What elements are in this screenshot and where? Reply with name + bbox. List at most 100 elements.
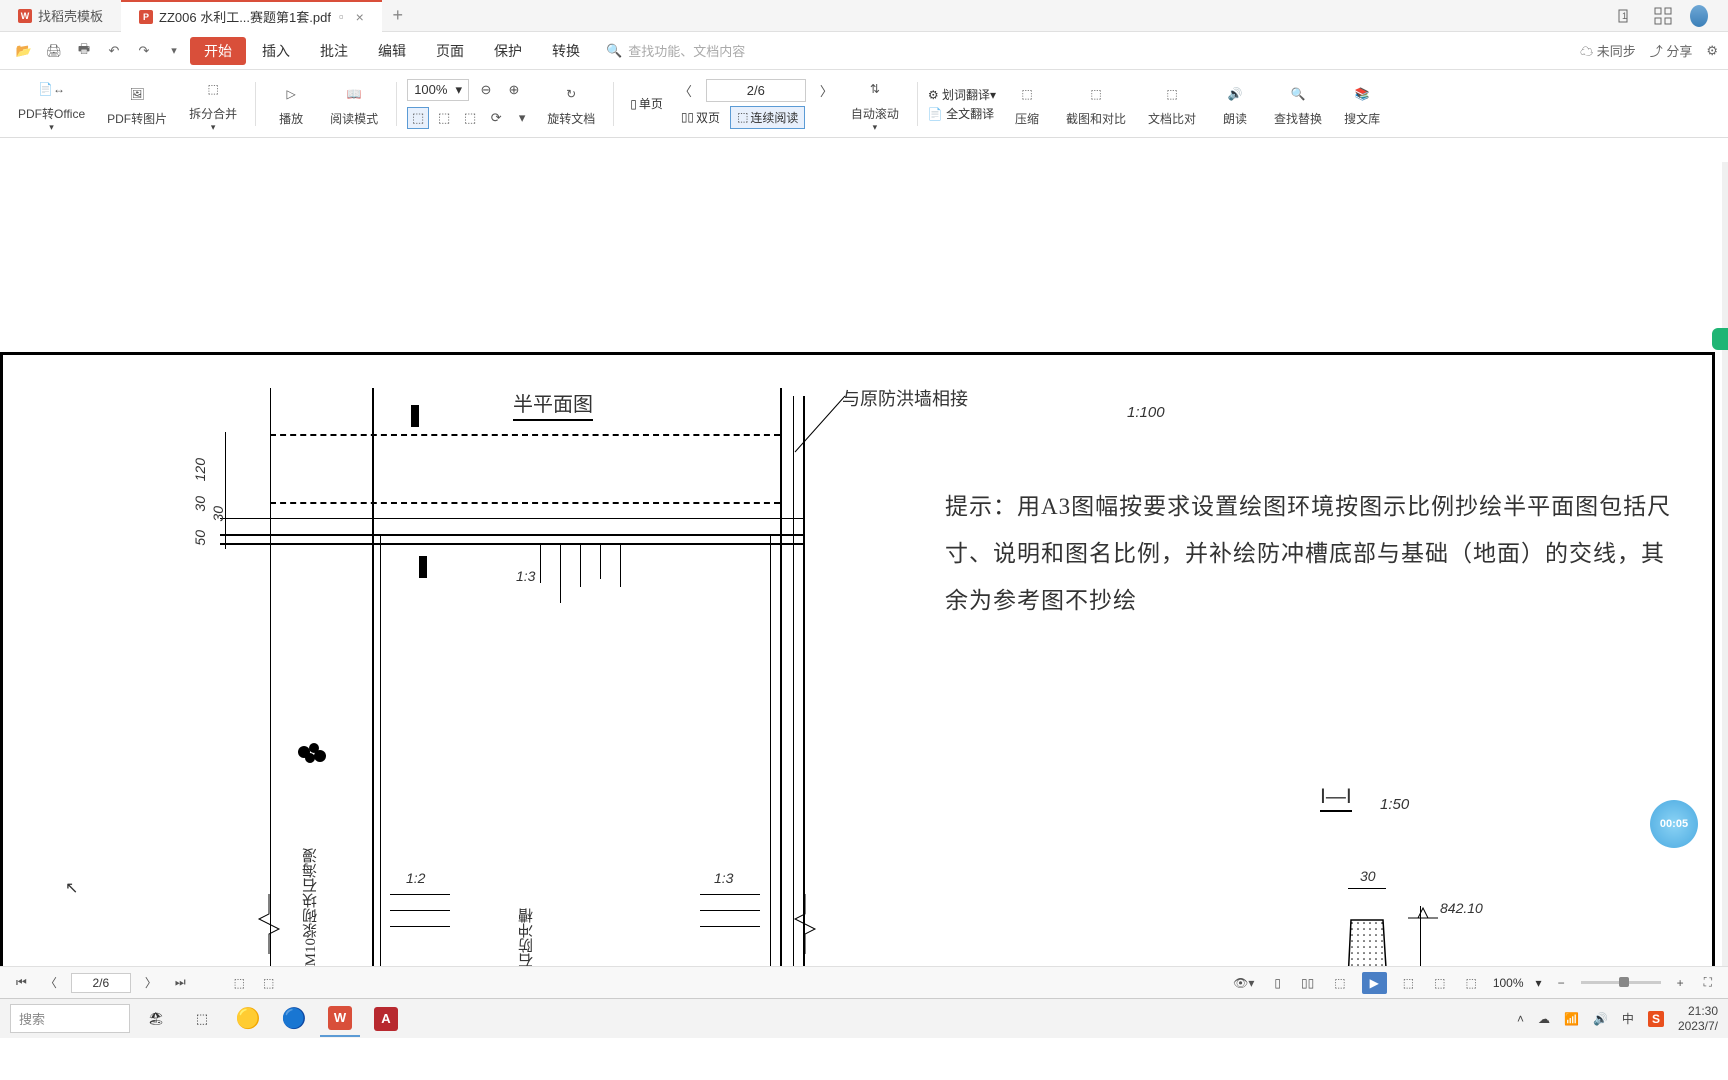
menu-edit[interactable]: 编辑 <box>364 37 420 65</box>
fit-other-icon[interactable]: ▾ <box>511 107 533 129</box>
section-scale: 1:50 <box>1380 796 1409 813</box>
actual-size-icon[interactable]: ⬚ <box>459 107 481 129</box>
tray-ime[interactable]: 中 <box>1622 1010 1634 1027</box>
menu-protect[interactable]: 保护 <box>480 37 536 65</box>
avatar-icon[interactable] <box>1690 7 1708 25</box>
sidebar-toggle-icon[interactable] <box>1712 328 1728 350</box>
undo-icon[interactable]: ↶ <box>103 40 125 62</box>
fit-width-icon[interactable]: ⬚ <box>407 107 429 129</box>
label-m10: M10浆砌块石海漫 <box>300 848 321 966</box>
menu-page[interactable]: 页面 <box>422 37 478 65</box>
app-autocad-icon[interactable]: A <box>366 1001 406 1037</box>
tool1-icon[interactable]: ⬚ <box>1399 974 1418 992</box>
doc-compare-button[interactable]: ⬚文档比对 <box>1140 76 1204 131</box>
zoom-out-icon[interactable]: ⊖ <box>475 79 497 101</box>
zoom-out-bottom-icon[interactable]: − <box>1554 974 1569 992</box>
rotate-button[interactable]: ↻旋转文档 <box>539 76 603 131</box>
collapse-left-icon[interactable]: ⬚ <box>230 974 249 992</box>
next-page-icon[interactable]: 〉 <box>816 79 837 102</box>
read-mode-button[interactable]: 📖阅读模式 <box>322 76 386 131</box>
page-input[interactable]: 2/6 <box>706 79 806 102</box>
last-page-icon[interactable]: ⏭ <box>171 973 190 992</box>
screenshot-compare-button[interactable]: ⬚截图和对比 <box>1058 76 1134 131</box>
view3-icon[interactable]: ⬚ <box>1330 974 1349 992</box>
view1-icon[interactable]: ▯ <box>1270 974 1285 992</box>
tab-templates[interactable]: W 找稻壳模板 <box>0 0 121 32</box>
dim-50: 50 <box>192 530 208 546</box>
tray-sogou-icon[interactable]: S <box>1648 1012 1664 1026</box>
app-taskview-icon[interactable]: ⬚ <box>182 1001 222 1037</box>
tool3-icon[interactable]: ⬚ <box>1461 974 1480 992</box>
zoom-input[interactable]: 100%▾ <box>407 79 469 101</box>
menu-start[interactable]: 开始 <box>190 37 246 65</box>
play-bottom-icon[interactable]: ▶ <box>1362 972 1387 994</box>
menu-annotate[interactable]: 批注 <box>306 37 362 65</box>
zoom-slider[interactable] <box>1581 981 1661 984</box>
pdf-to-office-button[interactable]: 📄↔PDF转Office▾ <box>10 71 93 137</box>
word-translate-button[interactable]: ⚙ 划词翻译▾ <box>928 86 996 103</box>
s-tick-r1 <box>700 894 760 895</box>
tool2-icon[interactable]: ⬚ <box>1430 974 1449 992</box>
tab-pdf[interactable]: P ZZ006 水利工...赛题第1套.pdf ▫ × <box>121 0 382 32</box>
document-viewport[interactable]: 半平面图 1:100 与原防洪墙相接 提示：用A3图幅按要求设置绘图环境按图示比… <box>0 138 1728 998</box>
tab-menu-icon[interactable]: ▫ <box>339 9 344 24</box>
fit-page-icon[interactable]: ⬚ <box>433 107 455 129</box>
page-input-bottom[interactable]: 2/6 <box>71 973 131 993</box>
tab-add-button[interactable]: + <box>382 5 414 26</box>
timer-widget[interactable]: 00:05 <box>1650 800 1698 848</box>
settings-icon[interactable]: ⚙ <box>1706 43 1718 59</box>
auto-scroll-button[interactable]: ⇅自动滚动▾ <box>843 71 907 137</box>
search-box[interactable]: 🔍 查找功能、文档内容 <box>606 41 745 60</box>
full-translate-button[interactable]: 📄 全文翻译 <box>928 105 996 122</box>
split-merge-button[interactable]: ⬚拆分合并▾ <box>181 71 245 137</box>
taskbar-search[interactable]: 搜索 <box>10 1004 130 1033</box>
pdf-to-image-button[interactable]: 🖼PDF转图片 <box>99 76 175 131</box>
app-edge-icon[interactable]: 🔵 <box>274 1001 314 1037</box>
app-beach-icon[interactable]: 🏖 <box>136 1001 176 1037</box>
dropdown-icon[interactable]: ▾ <box>163 40 185 62</box>
apps-icon[interactable] <box>1654 7 1672 25</box>
menu-insert[interactable]: 插入 <box>248 37 304 65</box>
compress-button[interactable]: ⬚压缩 <box>1002 76 1052 131</box>
single-page-button[interactable]: ▯ 单页 <box>624 93 669 114</box>
fullscreen-icon[interactable]: ⛶ <box>1700 973 1716 992</box>
menu-convert[interactable]: 转换 <box>538 37 594 65</box>
zoom-in-icon[interactable]: ⊕ <box>503 79 525 101</box>
print-icon[interactable]: 🖶 <box>73 40 95 62</box>
fit-height-icon[interactable]: ⟳ <box>485 107 507 129</box>
zoom-in-bottom-icon[interactable]: + <box>1673 974 1688 992</box>
app-wps-icon[interactable]: W <box>320 1001 360 1037</box>
app-chrome-icon[interactable]: 🟡 <box>228 1001 268 1037</box>
tray-up-icon[interactable]: ˄ <box>1517 1012 1524 1026</box>
tray-time[interactable]: 21:30 <box>1678 1004 1718 1018</box>
prev-page-icon[interactable]: 〈 <box>675 79 696 102</box>
hint-text: 提示：用A3图幅按要求设置绘图环境按图示比例抄绘半平面图包括尺寸、说明和图名比例… <box>945 483 1685 624</box>
s-tick-l1 <box>390 894 450 895</box>
read-aloud-button[interactable]: 🔊朗读 <box>1210 76 1260 131</box>
continuous-button[interactable]: ⬚ 连续阅读 <box>730 106 805 129</box>
search-library-button[interactable]: 📚搜文库 <box>1336 76 1388 131</box>
titlebar: W 找稻壳模板 P ZZ006 水利工...赛题第1套.pdf ▫ × + 1 <box>0 0 1728 32</box>
tray-wifi-icon[interactable]: 📶 <box>1564 1012 1579 1026</box>
next-page-bottom-icon[interactable]: 〉 <box>141 972 161 993</box>
tab2-label: ZZ006 水利工...赛题第1套.pdf <box>159 7 331 26</box>
window-restore-icon[interactable]: 1 <box>1618 7 1636 25</box>
scrollbar[interactable] <box>1722 162 1728 972</box>
save-icon[interactable]: 🖨 <box>43 40 65 62</box>
redo-icon[interactable]: ↷ <box>133 40 155 62</box>
double-page-button[interactable]: ▯▯ 双页 <box>675 106 726 129</box>
eye-icon[interactable]: 👁▾ <box>1229 974 1258 992</box>
find-replace-button[interactable]: 🔍查找替换 <box>1266 76 1330 131</box>
tray-date[interactable]: 2023/7/ <box>1678 1019 1718 1033</box>
play-button[interactable]: ▷播放 <box>266 76 316 131</box>
view2-icon[interactable]: ▯▯ <box>1297 974 1318 992</box>
first-page-icon[interactable]: ⏮ <box>12 973 31 992</box>
open-icon[interactable]: 📂 <box>13 40 35 62</box>
tray-volume-icon[interactable]: 🔊 <box>1593 1012 1608 1026</box>
collapse-right-icon[interactable]: ⬚ <box>259 974 278 992</box>
prev-page-bottom-icon[interactable]: 〈 <box>41 972 61 993</box>
share-button[interactable]: ⤴ 分享 <box>1650 41 1693 60</box>
sync-status[interactable]: ☁ 未同步 <box>1580 41 1636 60</box>
tray-cloud-icon[interactable]: ☁ <box>1538 1012 1550 1026</box>
close-icon[interactable]: × <box>356 9 364 25</box>
